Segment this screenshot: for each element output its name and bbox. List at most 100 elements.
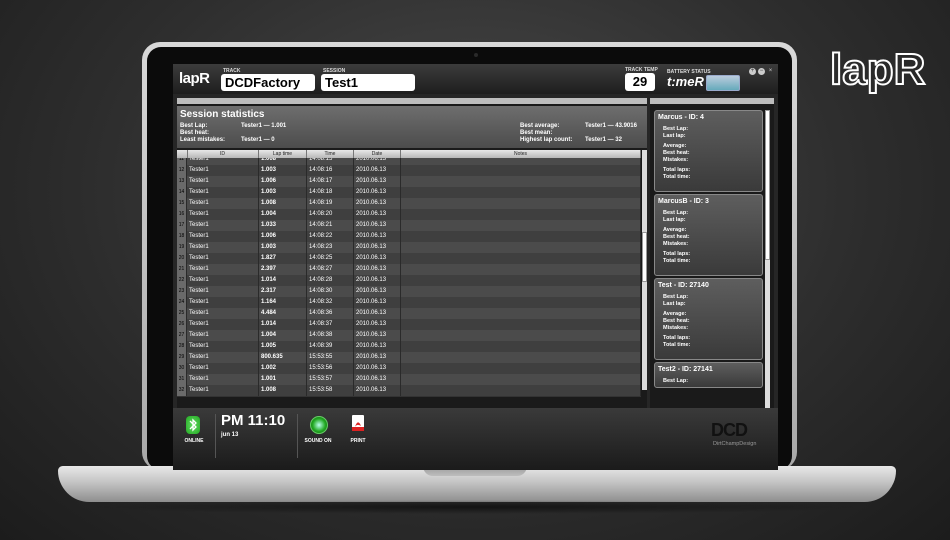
dcd-logo: DCD (711, 420, 748, 440)
minimize-icon[interactable]: − (758, 68, 765, 75)
cell-time: 14:08:28 (307, 275, 354, 286)
driver-card[interactable]: MarcusB - ID: 3 Best Lap: Last lap: Average… (654, 194, 763, 276)
best-lap-label: Best Lap: (180, 123, 208, 129)
driver-card-title: Marcus - ID: 4 (658, 114, 704, 121)
cell-lap-time: 1.008 (259, 385, 307, 396)
header-notes[interactable]: Notes (401, 150, 641, 158)
row-number: 16 (177, 209, 187, 220)
driver-card-last-lap-label: Last lap: (663, 217, 686, 223)
cell-notes (401, 264, 641, 275)
header-id[interactable]: ID (187, 150, 259, 158)
cell-id: Tester1 (187, 231, 259, 242)
cell-notes (401, 209, 641, 220)
cell-id: Tester1 (187, 363, 259, 374)
row-number: 19 (177, 242, 187, 253)
cell-lap-time: 1.033 (259, 220, 307, 231)
cell-date: 2010.06.13 (354, 275, 401, 286)
cell-lap-time: 1.014 (259, 275, 307, 286)
cell-lap-time: 1.008 (259, 198, 307, 209)
row-number: 29 (177, 352, 187, 363)
camera-icon (474, 53, 478, 57)
track-field[interactable]: DCDFactory (221, 74, 315, 91)
header-date[interactable]: Date (354, 150, 401, 158)
cell-notes (401, 385, 641, 396)
close-icon[interactable]: × (767, 68, 774, 75)
driver-card-best-lap-label: Best Lap: (663, 126, 689, 132)
driver-card-last-lap-label: Last lap: (663, 133, 686, 139)
laps-table: ID Lap time Time Date Notes 11 Tester1 1.0… (177, 150, 647, 432)
table-header: ID Lap time Time Date Notes (177, 150, 641, 158)
row-number: 24 (177, 297, 187, 308)
cell-id: Tester1 (187, 187, 259, 198)
row-number: 32 (177, 385, 187, 396)
cell-time: 14:08:36 (307, 308, 354, 319)
driver-card-mistakes-label: Mistakes: (663, 241, 689, 247)
cell-time: 14:08:20 (307, 209, 354, 220)
cell-date: 2010.06.13 (354, 264, 401, 275)
cell-time: 14:08:38 (307, 330, 354, 341)
dcd-tagline: DirtChampDesign (713, 441, 757, 447)
bluetooth-icon[interactable] (186, 416, 200, 434)
svg-text:lapR: lapR (830, 45, 925, 94)
header-time[interactable]: Time (307, 150, 354, 158)
cell-date: 2010.06.13 (354, 242, 401, 253)
cell-id: Tester1 (187, 330, 259, 341)
row-number: 18 (177, 231, 187, 242)
table-row[interactable]: 32 Tester1 1.008 15:53:58 2010.06.13 (177, 385, 641, 397)
driver-card[interactable]: Marcus - ID: 4 Best Lap: Last lap: Average:… (654, 110, 763, 192)
driver-card[interactable]: Test - ID: 27140 Best Lap: Last lap: Averag… (654, 278, 763, 360)
driver-card[interactable]: Test2 - ID: 27141 Best Lap: (654, 362, 763, 388)
session-statistics: Session statistics Best Lap: Tester1 — 1… (177, 106, 647, 148)
cell-id: Tester1 (187, 286, 259, 297)
highest-lap-count-value: Tester1 — 32 (585, 137, 622, 143)
cell-date: 2010.06.13 (354, 341, 401, 352)
cell-lap-time: 1.002 (259, 363, 307, 374)
cell-notes (401, 308, 641, 319)
best-heat-label: Best heat: (180, 130, 210, 136)
online-label: ONLINE (184, 438, 204, 444)
cell-id: Tester1 (187, 319, 259, 330)
table-scroll-thumb[interactable] (642, 232, 647, 282)
cell-notes (401, 374, 641, 385)
cell-lap-time: 1.004 (259, 330, 307, 341)
driver-card-total-time-label: Total time: (663, 174, 691, 180)
cell-notes (401, 275, 641, 286)
cell-time: 14:08:17 (307, 176, 354, 187)
cell-notes (401, 352, 641, 363)
cell-notes (401, 220, 641, 231)
sound-icon[interactable] (310, 416, 328, 434)
cell-lap-time: 2.397 (259, 264, 307, 275)
session-field[interactable]: Test1 (321, 74, 415, 91)
stats-top-bar (177, 98, 647, 104)
cell-lap-time: 1.004 (259, 209, 307, 220)
cell-date: 2010.06.13 (354, 297, 401, 308)
cell-time: 14:08:39 (307, 341, 354, 352)
least-mistakes-value: Tester1 — 0 (241, 137, 275, 143)
driver-card-total-laps-label: Total laps: (663, 335, 691, 341)
cell-date: 2010.06.13 (354, 308, 401, 319)
cell-lap-time: 1.006 (259, 231, 307, 242)
cell-time: 14:08:19 (307, 198, 354, 209)
dashboard-scroll-thumb[interactable] (765, 110, 770, 260)
row-number: 23 (177, 286, 187, 297)
cell-time: 15:53:55 (307, 352, 354, 363)
row-number: 14 (177, 187, 187, 198)
pdf-icon[interactable] (352, 415, 364, 431)
cell-id: Tester1 (187, 220, 259, 231)
header-lap-time[interactable]: Lap time (259, 150, 307, 158)
add-icon[interactable]: + (749, 68, 756, 75)
cell-date: 2010.06.13 (354, 165, 401, 176)
driver-card-average-label: Average: (663, 311, 687, 317)
cell-time: 14:08:18 (307, 187, 354, 198)
cell-notes (401, 242, 641, 253)
cell-notes (401, 286, 641, 297)
cell-id: Tester1 (187, 341, 259, 352)
cell-lap-time: 1.001 (259, 374, 307, 385)
row-number: 20 (177, 253, 187, 264)
cell-date: 2010.06.13 (354, 220, 401, 231)
cell-lap-time: 1.006 (259, 176, 307, 187)
cell-id: Tester1 (187, 198, 259, 209)
timer-logo: t:meR (667, 74, 704, 89)
row-number: 13 (177, 176, 187, 187)
best-average-value: Tester1 — 43.9016 (585, 123, 637, 129)
